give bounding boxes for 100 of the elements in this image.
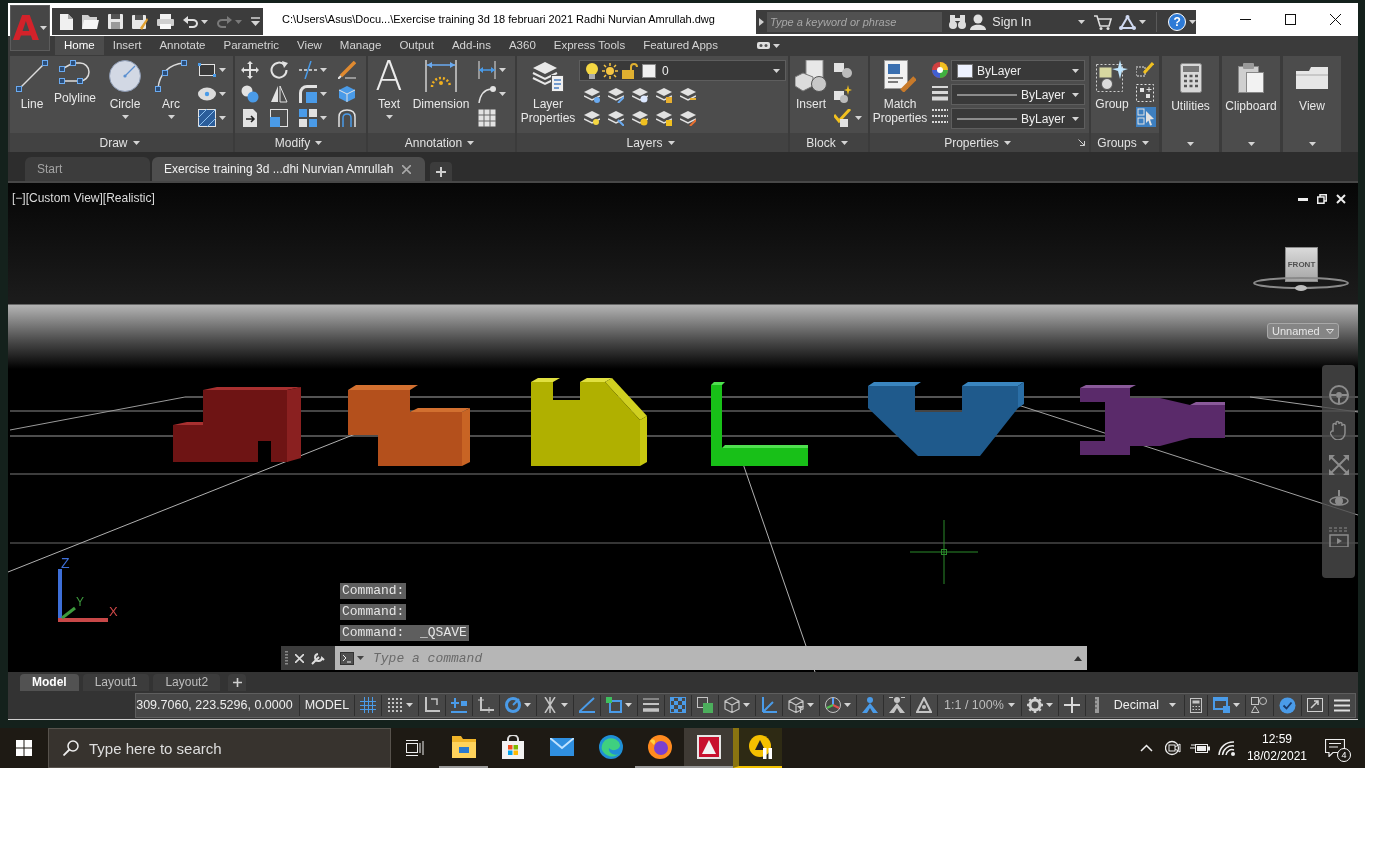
snap-square-icon[interactable] xyxy=(606,697,623,713)
taskbar-search-box[interactable]: Type here to search xyxy=(48,728,391,768)
prompt-icon[interactable] xyxy=(340,651,354,665)
caret-icon[interactable] xyxy=(499,92,506,96)
dot-grid-icon[interactable] xyxy=(387,697,404,713)
layer-stack-icon[interactable] xyxy=(608,110,624,126)
ribbon-tab[interactable]: Express Tools xyxy=(544,36,635,55)
extruded-solid[interactable] xyxy=(348,385,470,466)
circle-tool-button[interactable]: Circle xyxy=(100,56,150,133)
webcam-icon[interactable] xyxy=(1164,740,1181,756)
task-view-icon[interactable] xyxy=(406,740,424,756)
caret-icon[interactable] xyxy=(524,703,532,707)
file-tab[interactable]: Start xyxy=(25,157,150,181)
ribbon-tab[interactable]: Manage xyxy=(330,36,391,55)
hand-icon[interactable] xyxy=(1329,420,1348,440)
caret-icon[interactable] xyxy=(357,656,364,660)
layer-stack-icon[interactable] xyxy=(584,110,600,126)
match-properties-button[interactable]: Match Properties xyxy=(870,56,930,133)
caret-icon[interactable] xyxy=(320,116,327,120)
dashed-grid-icon[interactable] xyxy=(1136,84,1154,102)
curved-arrow-icon[interactable] xyxy=(478,85,496,103)
ribbon-tab[interactable]: A360 xyxy=(499,36,545,55)
layout-tab[interactable]: Model xyxy=(20,674,79,691)
undo-arrow-icon[interactable] xyxy=(183,15,198,28)
up-arrow-icon[interactable] xyxy=(1074,655,1082,661)
ribbon-tab[interactable]: Annotate xyxy=(150,36,215,55)
four-squares-icon[interactable] xyxy=(16,740,32,756)
axes-icon[interactable] xyxy=(761,697,778,713)
minimize-icon[interactable] xyxy=(1298,197,1308,201)
diagonal-arrows-icon[interactable] xyxy=(1328,455,1349,475)
layer-stack-icon[interactable] xyxy=(680,110,696,126)
caret-icon[interactable] xyxy=(667,140,675,145)
layout-tab[interactable]: Layout1 xyxy=(82,674,150,691)
corner-arrow-icon[interactable] xyxy=(1078,139,1085,146)
grip-dots-icon[interactable] xyxy=(285,651,288,665)
layer-dropdown[interactable]: 0 xyxy=(579,60,786,81)
extruded-solid[interactable] xyxy=(711,382,808,466)
restore-icon[interactable] xyxy=(1317,194,1327,204)
page-arrow-icon[interactable] xyxy=(241,109,259,127)
caret-icon[interactable] xyxy=(1189,20,1196,24)
polyline-tool-button[interactable]: Polyline xyxy=(52,56,98,133)
ellipse-icon[interactable] xyxy=(198,85,216,103)
plus-icon[interactable] xyxy=(1063,697,1080,713)
collapsed-panel-button[interactable]: View xyxy=(1283,56,1341,152)
search-field[interactable]: Type a keyword or phrase xyxy=(767,12,943,32)
caret-icon[interactable] xyxy=(1045,703,1053,707)
layout-tab[interactable]: Layout2 xyxy=(153,674,221,691)
layer-stack-icon[interactable] xyxy=(608,87,624,103)
panel-title-button[interactable]: Draw xyxy=(99,133,140,152)
caret-icon[interactable] xyxy=(773,43,780,48)
ribbon-tab[interactable]: Add-ins xyxy=(442,36,500,55)
grid-icon[interactable] xyxy=(360,697,377,713)
ribbon-tab[interactable]: Insert xyxy=(103,36,151,55)
layer-stack-icon[interactable] xyxy=(632,87,648,103)
caret-icon[interactable] xyxy=(1003,140,1011,145)
corner-bracket-icon[interactable] xyxy=(424,697,441,713)
caret-icon[interactable] xyxy=(1308,142,1316,146)
ribbon-tab[interactable]: Featured Apps xyxy=(634,36,727,55)
steering-wheel-icon[interactable] xyxy=(1328,385,1349,405)
caret-icon[interactable] xyxy=(1072,92,1079,97)
crossed-lines-icon[interactable] xyxy=(542,697,559,713)
close-icon[interactable] xyxy=(1330,14,1341,25)
cart-icon[interactable] xyxy=(1094,14,1113,30)
caret-icon[interactable] xyxy=(499,68,506,72)
figure-arrows-icon[interactable] xyxy=(889,697,906,713)
caret-icon[interactable] xyxy=(844,703,852,707)
drawing-viewport[interactable]: [−][Custom View][Realistic] FRONT Unnamed Z Y X Command: Command: Command: _QSAVE Type a command xyxy=(8,183,1358,672)
overlapping-circles-icon[interactable] xyxy=(241,85,259,103)
viewport-label[interactable]: [−][Custom View][Realistic] xyxy=(12,189,155,207)
layer-stack-icon[interactable] xyxy=(680,87,696,103)
play-panel-icon[interactable] xyxy=(1328,527,1349,547)
caret-icon[interactable] xyxy=(1072,116,1079,121)
shapes-icon[interactable] xyxy=(1251,696,1268,714)
clock-button[interactable]: 12:59 18/02/2021 xyxy=(1246,731,1307,765)
ruler-bar-icon[interactable] xyxy=(1093,697,1100,713)
folder-icon[interactable] xyxy=(82,14,99,29)
caret-icon[interactable] xyxy=(320,92,327,96)
axis-ring-icon[interactable] xyxy=(825,697,842,713)
check-shapes-icon[interactable] xyxy=(834,109,852,127)
arc-tool-button[interactable]: Arc xyxy=(150,56,192,133)
new-layout-button[interactable] xyxy=(228,674,247,691)
mirrored-triangles-icon[interactable] xyxy=(270,85,288,103)
rounded-corner-icon[interactable] xyxy=(299,85,317,103)
caret-icon[interactable] xyxy=(121,115,129,119)
caret-icon[interactable] xyxy=(320,68,327,72)
coordinates-readout[interactable]: 309.7060, 223.5296, 0.0000 xyxy=(136,695,293,715)
ring-icon[interactable] xyxy=(505,697,522,713)
caret-icon[interactable] xyxy=(467,140,475,145)
triangle-icon[interactable] xyxy=(916,697,933,713)
redo-arrow-icon[interactable] xyxy=(217,15,232,28)
ribbon-tab[interactable]: Output xyxy=(390,36,443,55)
angle-lines-icon[interactable] xyxy=(579,697,596,713)
dimension-tool-button[interactable]: Dimension xyxy=(410,56,472,133)
collapsed-panel-button[interactable]: Utilities xyxy=(1162,56,1219,152)
lineweight-icon[interactable] xyxy=(932,85,948,101)
cube-icon[interactable] xyxy=(724,697,741,713)
expand-arrow-icon[interactable] xyxy=(759,18,764,26)
rectangle-icon[interactable] xyxy=(198,61,216,79)
units-dropdown[interactable]: Decimal xyxy=(1113,695,1159,715)
caret-icon[interactable] xyxy=(406,703,414,707)
